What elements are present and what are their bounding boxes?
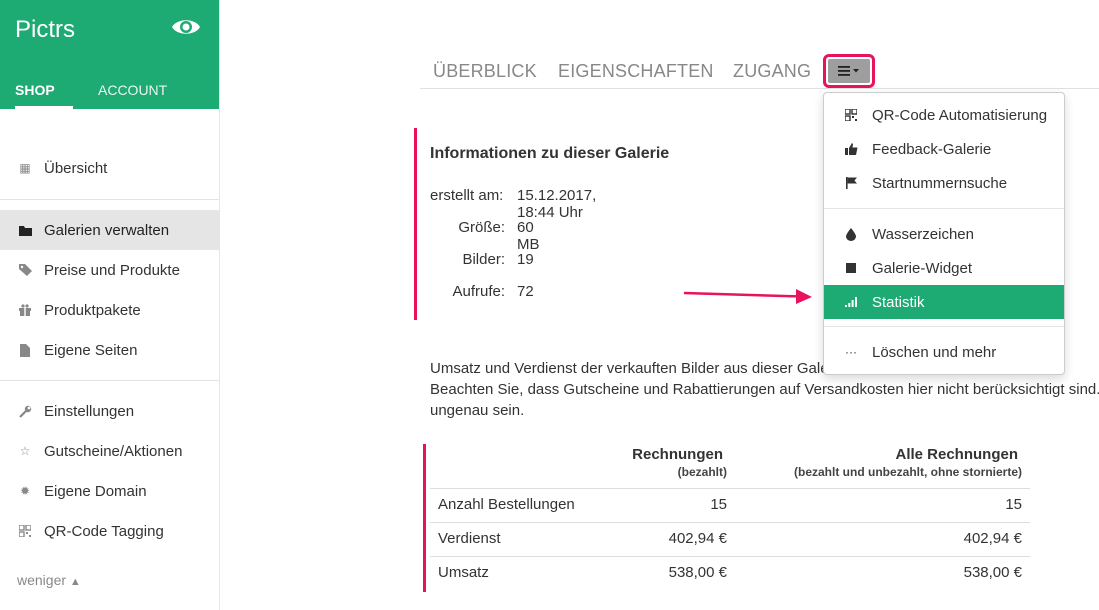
wrench-icon [18,404,32,418]
description-line: Beachten Sie, dass Gutscheine und Rabatt… [430,381,1099,398]
sidebar-item-galerien[interactable]: Galerien verwalten [0,210,219,250]
tint-icon [844,227,858,241]
gallery-tabs: ÜBERBLICK EIGENSCHAFTEN ZUGANG [420,50,1099,89]
folder-icon [18,223,32,237]
file-icon [18,343,32,357]
chevron-up-icon: ▲ [69,576,81,588]
gift-icon [18,303,32,317]
row-value-paid: 538,00 € [668,564,727,581]
menu-item-galerie-widget[interactable]: Galerie-Widget [824,251,1064,285]
info-label: erstellt am: [430,187,504,204]
flag-icon [844,177,858,189]
col-header-all: Alle Rechnungen [895,446,1018,463]
tab-shop[interactable]: SHOP [15,79,73,109]
sidebar-item-label: QR-Code Tagging [44,522,164,540]
row-label: Anzahl Bestellungen [438,496,575,513]
calendar-icon: ▦ [19,161,31,175]
highlight-bar [414,128,417,320]
thumbs-up-icon [844,143,858,155]
sidebar-item-label: Eigene Domain [44,482,147,500]
menu-item-label: Wasserzeichen [872,225,974,243]
menu-item-feedback-galerie[interactable]: Feedback-Galerie [824,132,1064,166]
menu-item-startnummernsuche[interactable]: Startnummernsuche [824,166,1064,200]
app-title[interactable]: Pictrs [15,16,75,44]
sidebar-item-einstellungen[interactable]: Einstellungen [0,391,219,431]
tags-icon [18,263,32,277]
tab-zugang[interactable]: ZUGANG [733,61,811,82]
nav-divider [0,380,219,381]
sidebar-tabs: SHOP ACCOUNT [0,79,219,109]
menu-item-label: Statistik [872,293,925,311]
menu-item-label: Galerie-Widget [872,259,973,277]
sidebar-item-qr-code-tagging[interactable]: QR-Code Tagging [0,511,219,551]
info-value: 60 MB [517,219,540,253]
tab-ueberblick[interactable]: ÜBERBLICK [433,61,537,82]
row-label: Umsatz [438,564,489,581]
menu-item-loeschen[interactable]: ··· Löschen und mehr [824,335,1064,369]
highlight-bar [423,444,426,592]
menu-item-wasserzeichen[interactable]: Wasserzeichen [824,217,1064,251]
row-value-all: 538,00 € [963,564,1022,581]
tab-eigenschaften[interactable]: EIGENSCHAFTEN [558,61,714,82]
sidebar-item-label: Preise und Produkte [44,261,180,279]
sidebar-item-uebersicht[interactable]: ▦ Übersicht [0,148,219,188]
more-menu-button[interactable] [823,54,875,88]
row-value-paid: 402,94 € [668,530,727,547]
sidebar-item-label: Eigene Seiten [44,341,138,359]
sidebar-item-preise[interactable]: Preise und Produkte [0,250,219,290]
list-icon [838,66,859,76]
star-icon: ☆ [19,444,31,458]
nav-less-toggle[interactable]: weniger ▲ [17,572,81,588]
col-subheader-all: (bezahlt und unbezahlt, ohne stornierte) [794,465,1022,479]
description-line: ungenau sein. [430,402,525,419]
sidebar-item-produktpakete[interactable]: Produktpakete [0,290,219,330]
info-label: Aufrufe: [452,283,505,300]
menu-item-statistik[interactable]: Statistik [824,285,1064,319]
signal-icon [844,297,858,307]
info-title: Informationen zu dieser Galerie [430,145,670,162]
more-dropdown-menu: QR-Code Automatisierung Feedback-Galerie… [823,92,1065,375]
nav-less-label: weniger [17,572,67,588]
sidebar-item-label: Produktpakete [44,301,141,319]
row-value-all: 15 [1005,496,1022,513]
eye-icon[interactable] [171,16,201,38]
sidebar-item-label: Galerien verwalten [44,221,170,239]
sidebar-item-eigene-domain[interactable]: ✹ Eigene Domain [0,471,219,511]
qrcode-icon [18,524,32,538]
menu-item-qr-automatisierung[interactable]: QR-Code Automatisierung [824,98,1064,132]
menu-divider [824,208,1064,209]
table-divider [430,522,1030,523]
sidebar-item-eigene-seiten[interactable]: Eigene Seiten [0,330,219,370]
col-header-paid: Rechnungen [632,446,723,463]
table-divider [430,556,1030,557]
menu-item-label: Löschen und mehr [872,343,997,361]
info-value: 72 [517,283,534,300]
annotation-arrow [684,289,812,304]
menu-item-label: QR-Code Automatisierung [872,106,1048,124]
sidebar-item-label: Übersicht [44,159,108,177]
tab-account[interactable]: ACCOUNT [98,79,167,109]
sidebar: Pictrs SHOP ACCOUNT ▦ Übersicht Galerien… [0,0,220,610]
stop-icon [844,263,858,273]
brand-header: Pictrs SHOP ACCOUNT [0,0,219,109]
col-subheader-paid: (bezahlt) [677,465,727,479]
row-value-all: 402,94 € [963,530,1022,547]
nav-divider [0,199,219,200]
certificate-icon: ✹ [19,484,31,498]
ellipsis-icon: ··· [845,345,857,359]
info-label: Größe: [458,219,505,236]
row-value-paid: 15 [710,496,727,513]
menu-item-label: Startnummernsuche [872,174,1008,192]
info-value: 19 [517,251,534,268]
sidebar-item-gutscheine[interactable]: ☆ Gutscheine/Aktionen [0,431,219,471]
menu-item-label: Feedback-Galerie [872,140,992,158]
row-label: Verdienst [438,530,501,547]
sidebar-item-label: Gutscheine/Aktionen [44,442,183,460]
sidebar-item-label: Einstellungen [44,402,135,420]
qrcode-icon [844,109,858,121]
info-label: Bilder: [462,251,505,268]
menu-divider [824,326,1064,327]
info-value: 15.12.2017, 18:44 Uhr [517,187,597,221]
table-divider [430,488,1030,489]
